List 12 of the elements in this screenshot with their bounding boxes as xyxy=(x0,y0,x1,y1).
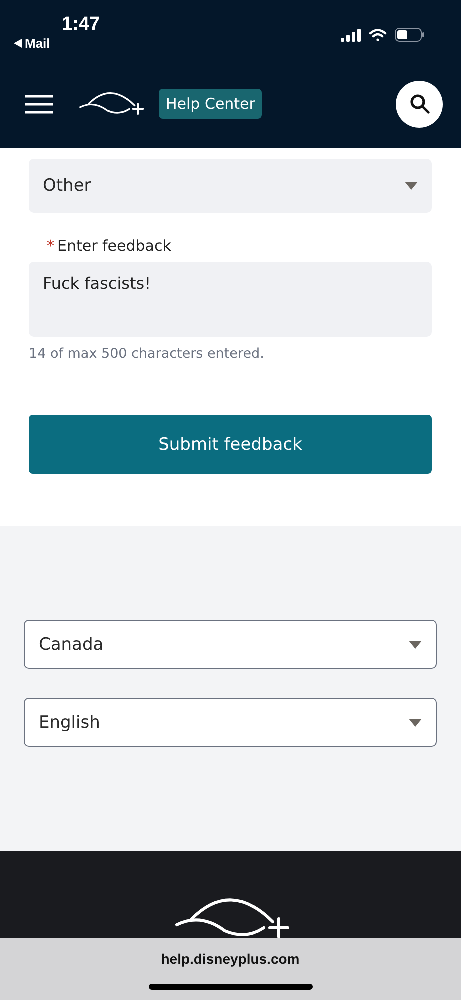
help-center-badge[interactable]: Help Center xyxy=(159,89,262,119)
submit-button[interactable]: Submit feedback xyxy=(29,415,432,474)
url-text[interactable]: help.disneyplus.com xyxy=(161,951,300,967)
category-select[interactable]: Other xyxy=(29,159,432,213)
feedback-label: Enter feedback xyxy=(58,237,172,255)
status-time: 1:47 xyxy=(62,14,100,36)
back-to-app-link[interactable]: Mail xyxy=(14,36,50,51)
feedback-field[interactable]: Fuck fascists! xyxy=(29,262,432,337)
region-select[interactable]: Canada xyxy=(24,620,437,669)
region-select[interactable]: English xyxy=(24,698,437,747)
required-mark: * xyxy=(47,237,54,255)
character-counter: 14 of max 500 characters entered. xyxy=(29,346,266,362)
